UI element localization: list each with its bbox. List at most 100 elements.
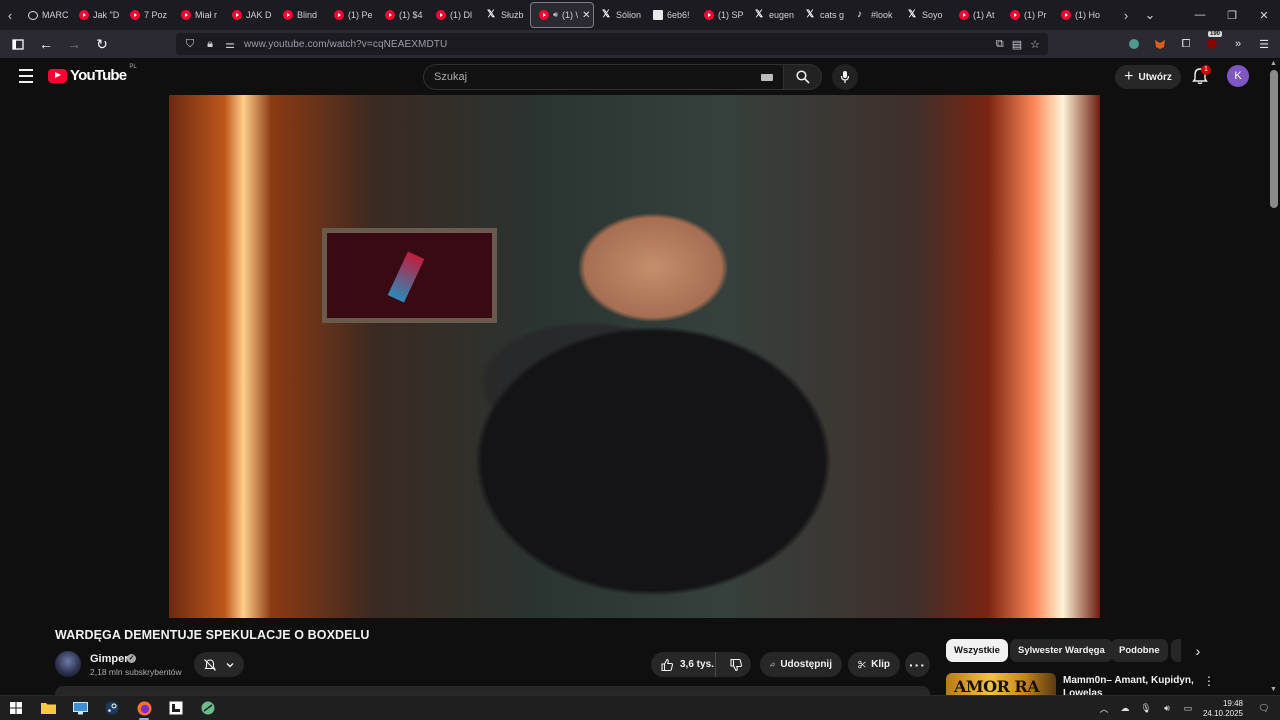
browser-tab[interactable]: (1) SP — [696, 2, 747, 28]
close-window-icon[interactable]: ✕ — [1248, 0, 1280, 30]
system-tray: ︿ ☁ 🎙︎ 🔊︎ ▭ 19:48 24.10.2025 🗨︎ — [1098, 696, 1280, 720]
thumbnail-text: AMOR RA — [954, 677, 1040, 696]
microphone-icon — [840, 71, 850, 83]
puzzle-extensions-icon[interactable]: ⧠ — [1178, 36, 1194, 52]
notification-center-icon[interactable]: 🗨︎ — [1258, 703, 1270, 715]
browser-tab[interactable]: Jak "D — [71, 2, 122, 28]
browser-tab[interactable]: #look — [849, 2, 900, 28]
browser-tab[interactable]: eugen — [747, 2, 798, 28]
browser-tab[interactable]: Blind — [275, 2, 326, 28]
scissors-icon — [858, 660, 866, 669]
guide-menu-icon[interactable] — [14, 64, 38, 88]
forward-icon[interactable]: → — [62, 32, 86, 56]
picture-in-picture-icon[interactable]: ⧉ — [996, 38, 1004, 51]
chevron-right-icon[interactable]: › — [1188, 641, 1208, 661]
chip-related[interactable]: Podobne — [1111, 639, 1168, 662]
network-icon[interactable]: ▭ — [1182, 703, 1194, 715]
extensions-area: ⧠ 190 » ☰ — [1126, 31, 1272, 54]
browser-tab[interactable]: (1) At — [951, 2, 1002, 28]
account-avatar[interactable]: K — [1227, 65, 1249, 87]
browser-tab[interactable]: Miał r — [173, 2, 224, 28]
file-explorer-icon[interactable] — [32, 696, 64, 720]
page-scrollbar[interactable]: ▲ ▼ — [1268, 58, 1280, 695]
clock[interactable]: 19:48 24.10.2025 — [1203, 699, 1243, 719]
browser-tab[interactable]: Soyo — [900, 2, 951, 28]
scroll-up-icon[interactable]: ▲ — [1270, 60, 1277, 67]
channel-name[interactable]: Gimper — [90, 653, 129, 665]
reader-view-icon[interactable]: ▤ — [1012, 38, 1022, 51]
pc-monitor-icon[interactable] — [64, 696, 96, 720]
minimize-icon[interactable]: — — [1184, 0, 1216, 30]
roblox-studio-icon[interactable] — [160, 696, 192, 720]
browser-tab[interactable]: 6eb6! — [645, 2, 696, 28]
chip-partial[interactable] — [1171, 639, 1181, 662]
permissions-icon[interactable]: ⚌ — [224, 38, 236, 51]
address-bar[interactable]: ⛉ 🔒︎ ⚌ www.youtube.com/watch?v=cqNEAEXMD… — [176, 33, 1048, 55]
back-icon[interactable]: ← — [34, 32, 58, 56]
close-tab-icon[interactable]: ✕ — [582, 10, 590, 21]
channel-avatar[interactable] — [55, 651, 81, 677]
like-button[interactable]: 3,6 tys. — [651, 652, 716, 677]
overflow-menu-icon[interactable]: » — [1230, 36, 1246, 52]
fox-extension-icon[interactable] — [1152, 36, 1168, 52]
url-text[interactable]: www.youtube.com/watch?v=cqNEAEXMDTU — [244, 39, 447, 50]
lock-icon[interactable]: 🔒︎ — [204, 38, 216, 51]
video-player[interactable] — [169, 95, 1100, 618]
dislike-button[interactable] — [721, 652, 751, 677]
volume-icon[interactable]: 🔊︎ — [1161, 703, 1173, 715]
tray-overflow-icon[interactable]: ︿ — [1098, 703, 1110, 715]
onedrive-icon[interactable]: ☁ — [1119, 703, 1131, 715]
browser-tab[interactable]: (1) Ho — [1053, 2, 1104, 28]
tab-list-menu-icon[interactable]: ⌄ — [1136, 0, 1164, 30]
tracking-shield-icon[interactable]: ⛉ — [184, 38, 196, 51]
create-label: Utwórz — [1138, 71, 1172, 83]
browser-tab[interactable]: Służb — [479, 2, 530, 28]
share-button[interactable]: Udostępnij — [760, 652, 842, 677]
keyboard-icon[interactable] — [761, 74, 773, 81]
microphone-tray-icon[interactable]: 🎙︎ — [1140, 703, 1152, 715]
sidebar-toggle-icon[interactable] — [6, 32, 30, 56]
reload-icon[interactable]: ↻ — [90, 32, 114, 56]
tabs-scroll-left-icon[interactable]: ‹ — [0, 0, 20, 30]
restore-icon[interactable]: ❐ — [1216, 0, 1248, 30]
more-actions-icon[interactable]: ··· — [905, 652, 930, 677]
app-menu-icon[interactable]: ☰ — [1256, 36, 1272, 52]
tab-active[interactable]: 🔊︎ (1) \ ✕ — [530, 2, 594, 28]
shield-extension-icon[interactable] — [1126, 36, 1142, 52]
youtube-icon — [436, 10, 446, 20]
speaker-icon[interactable]: 🔊︎ — [553, 10, 558, 20]
youtube-logo[interactable]: YouTube PL — [48, 64, 137, 84]
chip-all[interactable]: Wszystkie — [946, 639, 1008, 662]
subscribed-notifications-button[interactable] — [194, 652, 244, 677]
scrollbar-thumb[interactable] — [1270, 70, 1278, 208]
create-button[interactable]: + Utwórz — [1115, 65, 1181, 89]
browser-tab[interactable]: (1) $4 — [377, 2, 428, 28]
chip-channel[interactable]: Sylwester Wardęga — [1010, 639, 1113, 662]
browser-tab[interactable]: (1) Dl — [428, 2, 479, 28]
tab-label: Służb — [501, 10, 524, 20]
clip-button[interactable]: Klip — [848, 652, 900, 677]
browser-tab[interactable]: cats g — [798, 2, 849, 28]
tabs-scroll-right-icon[interactable]: › — [1116, 0, 1136, 30]
x-icon — [755, 10, 765, 20]
browser-tab[interactable]: MARC — [20, 2, 71, 28]
ublock-extension-icon[interactable]: 190 — [1204, 31, 1223, 52]
tab-label: Sólion — [616, 10, 642, 20]
search-button[interactable] — [783, 64, 822, 90]
search-input[interactable] — [434, 71, 754, 83]
kebab-menu-icon[interactable]: ⋮ — [1202, 674, 1216, 688]
firefox-icon[interactable] — [128, 696, 160, 720]
bookmark-star-icon[interactable]: ☆ — [1030, 38, 1040, 51]
browser-tab[interactable]: (1) Pe — [326, 2, 377, 28]
browser-tab[interactable]: JAK D — [224, 2, 275, 28]
windows-start-icon[interactable] — [0, 696, 32, 720]
tab-label: Soyo — [922, 10, 943, 20]
voice-search-button[interactable] — [832, 64, 858, 90]
browser-tab[interactable]: (1) Pr — [1002, 2, 1053, 28]
scroll-down-icon[interactable]: ▼ — [1270, 686, 1277, 693]
browser-tab[interactable]: 7 Poz — [122, 2, 173, 28]
browser-tab[interactable]: Sólion — [594, 2, 645, 28]
snipping-app-icon[interactable] — [192, 696, 224, 720]
tab-label: (1) At — [973, 10, 995, 20]
steam-icon[interactable] — [96, 696, 128, 720]
